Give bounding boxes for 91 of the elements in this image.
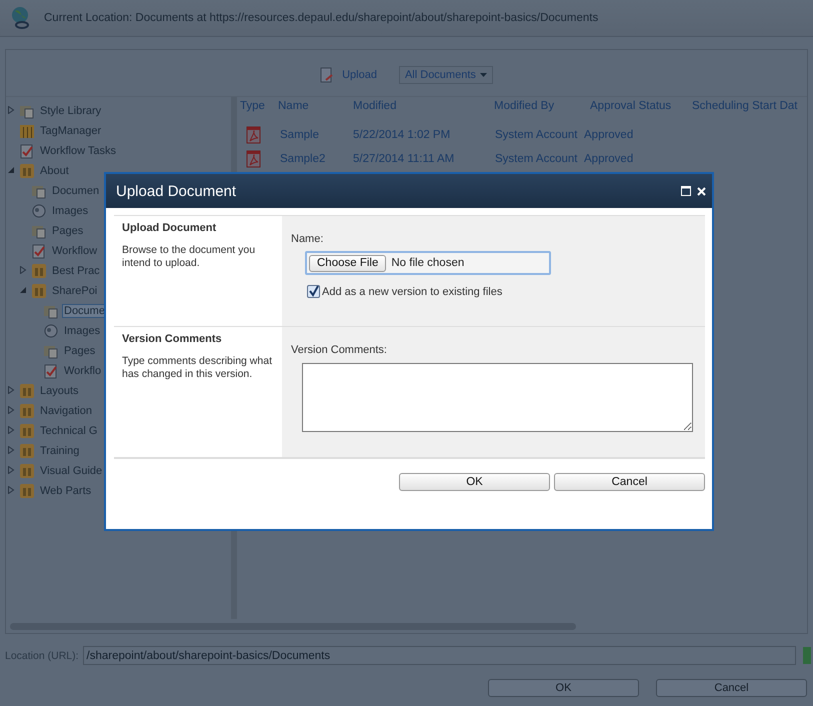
site-icon [19,483,35,499]
tree-item[interactable]: Images [62,324,102,338]
expand-icon[interactable] [7,426,15,434]
comments-label: Version Comments: [291,344,388,356]
clipboard-icon [19,143,35,159]
column-header[interactable]: Approval Status [590,99,692,113]
tree-item[interactable]: Layouts [38,384,81,398]
images-icon [31,203,47,219]
tree-item[interactable]: Documen [50,184,102,198]
section-description: Type comments describing what has changed in this version. [122,355,273,381]
tree-item[interactable]: TagManager [38,124,104,138]
expand-icon[interactable] [19,266,27,274]
modified-cell-text: 5/22/2014 1:02 PM [353,128,452,143]
tree-item[interactable]: Workflow [50,244,100,258]
expand-icon[interactable] [7,406,15,414]
tree-item[interactable]: Pages [62,344,98,358]
library-icon [43,343,59,359]
column-header[interactable]: Type [240,99,278,113]
tree-item[interactable]: Navigation [38,404,94,418]
expand-icon[interactable] [7,466,15,474]
checkbox-label: Add as a new version to existing files [322,286,502,298]
file-name-link[interactable]: Sample [278,127,353,143]
tree-item[interactable]: About [38,164,71,178]
tree-item[interactable]: Web Parts [38,484,94,498]
upload-link[interactable]: Upload [320,67,377,83]
column-header[interactable]: Modified By [494,99,590,113]
tree-item[interactable]: Images [50,204,90,218]
tree-item[interactable]: Training [38,444,82,458]
tree-item[interactable]: Docume [62,304,107,318]
ok-button[interactable]: OK [399,473,550,491]
pdf-icon [246,150,262,168]
maximize-icon[interactable] [681,186,691,196]
columns-icon [19,123,35,139]
go-button[interactable] [802,647,811,664]
pdf-icon [246,126,262,144]
tree-item[interactable]: Style Library [38,104,104,118]
tree-item[interactable]: Best Prac [50,264,102,278]
clipboard-icon [43,363,59,379]
file-field[interactable]: Choose File No file chosen [305,251,551,275]
library-icon [43,303,59,319]
upload-icon [320,67,334,83]
comments-field[interactable] [302,363,693,432]
tree-item[interactable]: Technical G [38,424,100,438]
expand-icon[interactable] [7,386,15,394]
column-header[interactable]: Name [278,99,353,113]
view-dropdown[interactable]: All Documents [398,66,493,84]
expand-icon[interactable] [7,106,15,114]
close-icon[interactable] [697,186,706,196]
dialog-title: Upload Document [116,182,236,200]
site-icon [31,283,47,299]
checkbox[interactable] [307,285,320,298]
site-icon [19,163,35,179]
caret-icon [480,73,487,77]
section-description: Browse to the document you intend to upload. [122,244,256,270]
tree-item[interactable]: Visual Guide [38,464,104,478]
library-icon [31,183,47,199]
images-icon [43,323,59,339]
collapse-icon[interactable] [7,166,15,174]
name-label: Name: [291,233,324,245]
column-header[interactable]: Scheduling Start Dat [692,99,807,113]
approval-status-cell-text: Approved [584,128,634,143]
clipboard-icon [31,243,47,259]
site-icon [19,383,35,399]
site-icon [19,403,35,419]
column-header[interactable]: Modified [353,99,494,113]
collapse-icon[interactable] [19,286,27,294]
section-heading: Version Comments [122,333,223,345]
globe-link-icon [10,6,32,30]
site-icon [19,463,35,479]
section-heading: Upload Document [122,222,218,234]
no-file-text: No file chosen [391,257,464,269]
ok-button[interactable]: OK [488,679,639,697]
expand-icon[interactable] [7,486,15,494]
current-location: Current Location: Documents at https://resources.depaul.edu/sharepoint/about/sharepoint-basics/Documents [44,12,598,24]
approval-status-cell-text: Approved [584,152,634,167]
tree-item[interactable]: SharePoi [50,284,100,298]
cancel-button[interactable]: Cancel [656,679,807,697]
library-icon [31,223,47,239]
tree-item[interactable]: Workflo [62,364,104,378]
tree-item[interactable]: Pages [50,224,86,238]
site-icon [19,423,35,439]
modified-cell-text: 5/27/2014 11:11 AM [353,152,456,167]
file-name-link[interactable]: Sample2 [278,151,353,167]
choose-file-button[interactable]: Choose File [309,254,386,272]
site-icon [31,263,47,279]
site-icon [19,443,35,459]
library-icon [19,103,35,119]
location-field[interactable]: /sharepoint/about/sharepoint-basics/Documents [82,646,796,665]
tree-item[interactable]: Workflow Tasks [38,144,118,158]
cancel-button[interactable]: Cancel [554,473,705,491]
expand-icon[interactable] [7,446,15,454]
